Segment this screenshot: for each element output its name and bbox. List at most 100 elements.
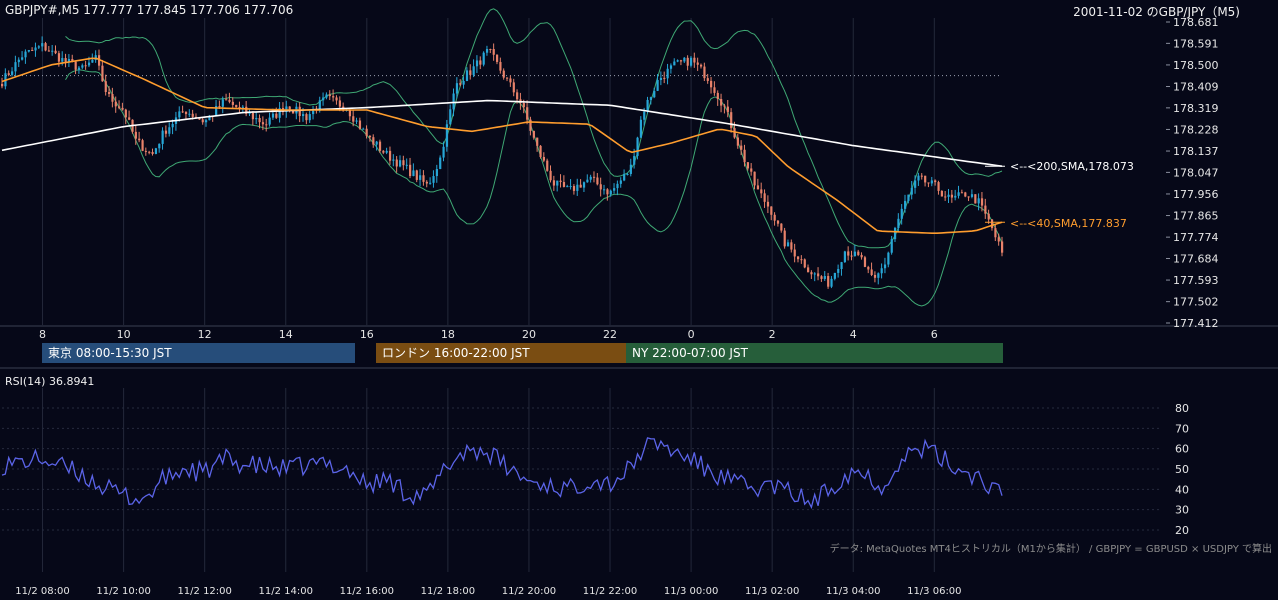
price-axis-label: 178.137 <box>1173 145 1219 158</box>
candle-body <box>649 97 653 100</box>
candle-body <box>827 276 830 287</box>
candle-body <box>362 128 365 130</box>
candle-body <box>763 193 766 202</box>
candle-body <box>934 180 937 183</box>
price-axis-label: 178.500 <box>1173 59 1219 72</box>
candle-body <box>522 103 525 108</box>
candle-body <box>44 43 47 51</box>
candle-body <box>810 272 813 275</box>
candle-body <box>128 117 131 120</box>
time-axis-hour-label: 22 <box>603 328 617 341</box>
candle-body <box>679 60 683 62</box>
candle-body <box>151 152 154 154</box>
candle-body <box>61 58 64 62</box>
candle-body <box>579 184 582 188</box>
time-axis-hour-label: 12 <box>198 328 212 341</box>
session-london-band: ロンドン 16:00-22:00 JST <box>376 343 626 363</box>
candle-body <box>184 111 188 115</box>
candle-body <box>920 175 923 177</box>
candle-body <box>77 67 81 70</box>
candle-body <box>904 200 907 209</box>
price-axis-label: 177.865 <box>1173 210 1219 223</box>
candle-body <box>780 223 783 231</box>
candle-body <box>710 80 713 88</box>
candle-body <box>636 137 639 156</box>
candle-body <box>101 65 104 82</box>
candle-body <box>34 47 37 51</box>
time-axis-hour-label: 6 <box>931 328 938 341</box>
candle-body <box>485 48 489 53</box>
candle-body <box>375 141 378 145</box>
candle-body <box>653 90 656 98</box>
candle-body <box>990 219 994 229</box>
candle-body <box>666 68 669 79</box>
candle-body <box>940 190 943 197</box>
rsi-time-axis-label: 11/2 14:00 <box>259 586 313 597</box>
candle-body <box>542 156 546 161</box>
candle-body <box>378 141 382 151</box>
candle-body <box>475 60 479 67</box>
candle-body <box>760 189 763 194</box>
candle-body <box>84 65 87 67</box>
price-axis-label: 178.228 <box>1173 123 1219 136</box>
candle-body <box>225 99 228 101</box>
price-axis-label: 177.684 <box>1173 252 1219 265</box>
candle-body <box>626 173 629 175</box>
candle-body <box>994 228 997 238</box>
rsi-time-axis-label: 11/3 06:00 <box>907 586 961 597</box>
session-ny-band: NY 22:00-07:00 JST <box>626 343 1003 363</box>
candle-body <box>887 252 890 265</box>
candle-body <box>860 254 863 258</box>
candle-body <box>890 239 893 253</box>
candle-body <box>693 57 696 63</box>
candle-body <box>720 99 723 106</box>
candle-body <box>188 113 191 115</box>
candle-body <box>17 59 20 63</box>
candle-body <box>405 164 408 166</box>
candle-body <box>619 180 622 184</box>
candle-body <box>883 264 887 269</box>
candle-body <box>917 175 920 181</box>
candle-body <box>907 194 910 201</box>
candle-body <box>944 196 947 198</box>
candle-body <box>241 106 245 108</box>
candle-body <box>352 116 355 122</box>
candle-body <box>298 106 301 117</box>
candle-body <box>783 230 786 247</box>
candle-body <box>218 106 221 108</box>
candle-body <box>161 130 164 144</box>
candle-body <box>118 106 121 108</box>
candle-body <box>716 92 719 100</box>
rsi-axis-label: 70 <box>1175 422 1189 435</box>
candle-body <box>268 117 271 125</box>
candle-body <box>191 113 194 117</box>
candle-body <box>499 61 502 71</box>
candle-body <box>793 249 796 257</box>
candle-body <box>699 64 703 67</box>
candle-body <box>673 61 676 66</box>
candle-body <box>31 49 34 51</box>
candle-body <box>502 70 505 78</box>
candle-body <box>258 117 261 123</box>
rsi-time-axis-label: 11/2 10:00 <box>96 586 150 597</box>
candle-body <box>516 92 519 100</box>
rsi-time-axis-label: 11/2 18:00 <box>421 586 475 597</box>
candle-body <box>790 242 793 250</box>
candle-body <box>168 127 171 134</box>
candle-body <box>271 113 275 118</box>
candle-body <box>616 183 619 189</box>
candle-body <box>201 119 204 123</box>
candle-body <box>897 218 900 228</box>
candle-body <box>726 106 729 113</box>
candle-body <box>987 213 990 220</box>
candle-body <box>706 78 709 81</box>
candle-body <box>1 83 4 87</box>
candle-body <box>415 170 418 180</box>
candle-body <box>328 94 331 97</box>
candle-body <box>586 179 589 183</box>
candle-body <box>957 192 960 196</box>
candle-body <box>592 176 596 178</box>
candle-body <box>141 140 144 151</box>
data-source-note: データ: MetaQuotes MT4ヒストリカル（M1から集計） / GBPJ… <box>829 544 1272 555</box>
candle-body <box>576 184 579 191</box>
